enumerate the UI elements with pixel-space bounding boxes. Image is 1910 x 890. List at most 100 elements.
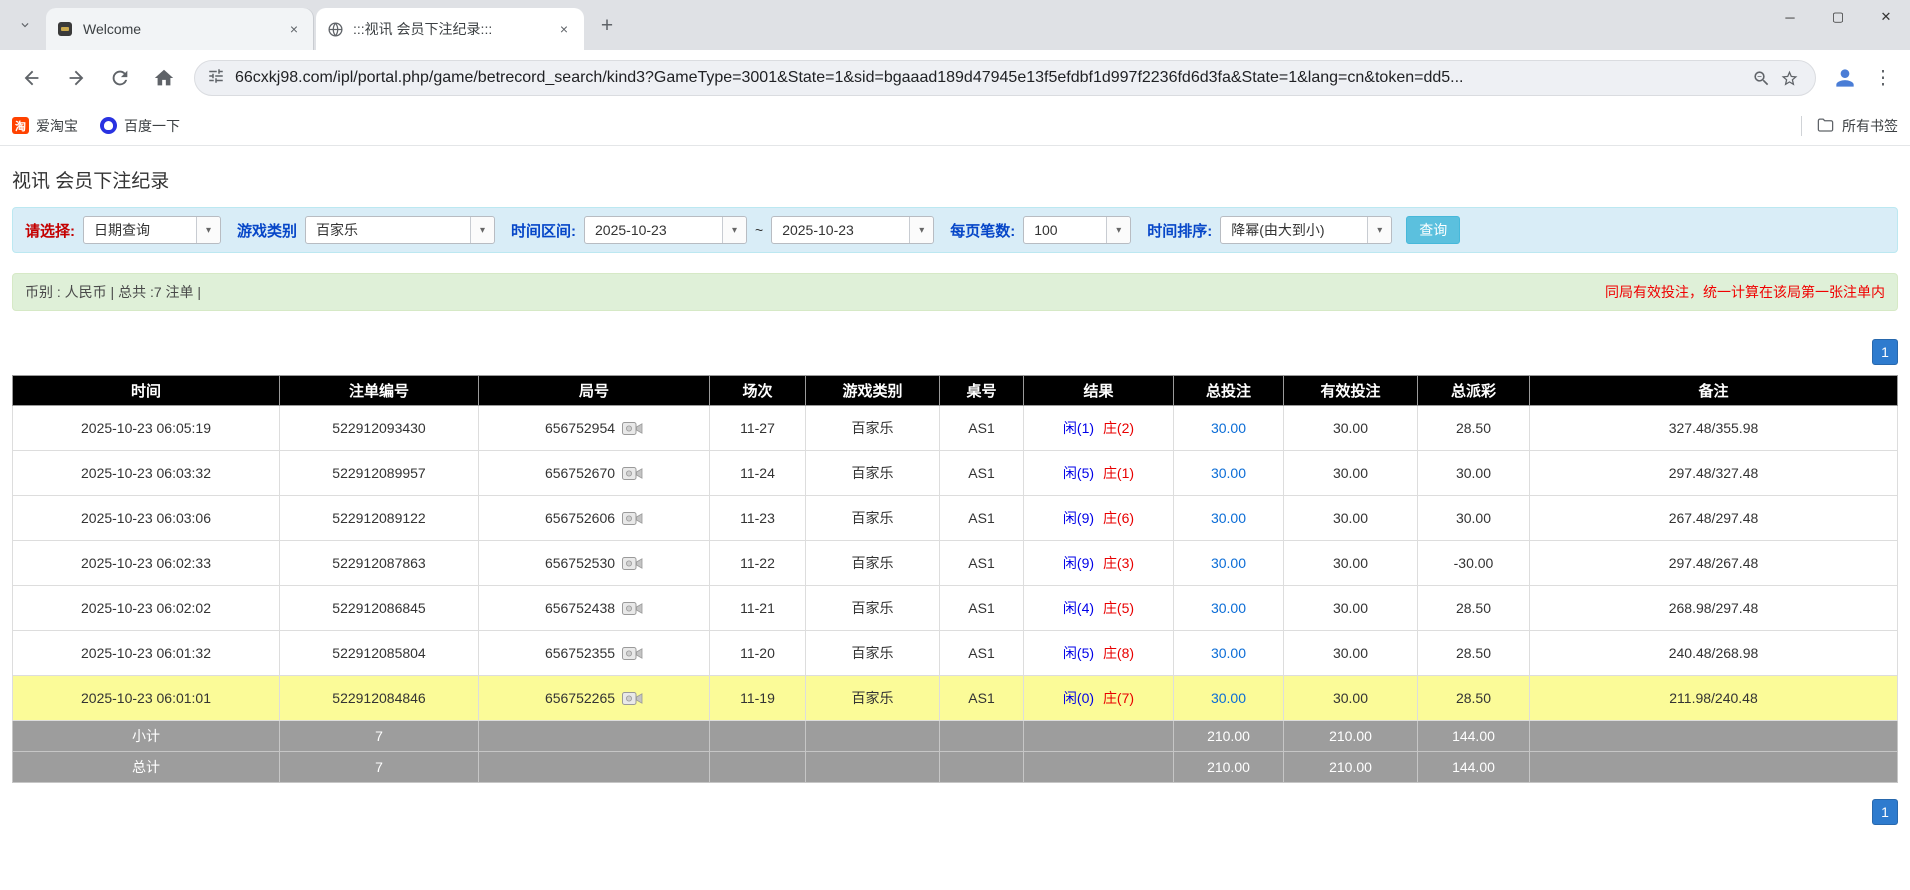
date-from-select[interactable]: 2025-10-23 ▾ [584,216,747,244]
all-bookmarks-button[interactable]: 所有书签 [1816,116,1898,136]
bookmark-taobao[interactable]: 淘 爱淘宝 [12,116,78,136]
total-payout: 144.00 [1418,752,1530,783]
globe-favicon-icon [326,20,344,38]
chevron-down-icon: ▾ [1106,217,1130,243]
chevron-down-icon: ▾ [470,217,494,243]
chevron-down-icon: ▾ [909,217,933,243]
browser-menu-button[interactable]: ⋮ [1866,61,1900,95]
bookmark-baidu[interactable]: 百度一下 [100,116,180,136]
refresh-button[interactable] [101,59,139,97]
profile-avatar[interactable] [1828,61,1862,95]
back-button[interactable] [13,59,51,97]
maximize-button[interactable]: ▢ [1814,0,1862,34]
valid-bet-cell: 30.00 [1284,676,1418,721]
video-replay-icon[interactable] [622,646,643,661]
session-cell: 11-21 [710,586,806,631]
home-button[interactable] [145,59,183,97]
new-tab-button[interactable]: + [592,11,622,41]
result-cell: 闲(0) 庄(7) [1024,676,1174,721]
round-number: 656752530 [545,555,615,571]
column-header: 备注 [1530,376,1898,406]
bet-table-header-row: 时间注单编号局号场次游戏类别桌号结果总投注有效投注总派彩备注 [13,376,1898,406]
bet-id-cell: 522912087863 [280,541,479,586]
session-cell: 11-20 [710,631,806,676]
subtotal-valid-bet: 210.00 [1284,721,1418,752]
total-bet-link[interactable]: 30.00 [1211,420,1246,436]
table-row: 2025-10-23 06:02:33 522912087863 6567525… [13,541,1898,586]
payout-cell: 30.00 [1418,451,1530,496]
time-cell: 2025-10-23 06:01:32 [13,631,280,676]
video-replay-icon[interactable] [622,421,643,436]
total-bet-link[interactable]: 30.00 [1211,510,1246,526]
browser-tab-welcome[interactable]: Welcome × [46,8,314,50]
subtotal-label: 小计 [13,721,280,752]
payout-cell: 28.50 [1418,406,1530,451]
table-row: 2025-10-23 06:03:32 522912089957 6567526… [13,451,1898,496]
summary-bar: 币别 : 人民币 | 总共 :7 注单 | 同局有效投注，统一计算在该局第一张注… [12,273,1898,311]
page-1-button[interactable]: 1 [1872,799,1898,825]
round-cell: 656752438 [479,586,710,631]
subtotal-row: 小计 7 210.00 210.00 144.00 [13,721,1898,752]
url-text[interactable]: 66cxkj98.com/ipl/portal.php/game/betreco… [235,69,1747,87]
sort-select[interactable]: 降幂(由大到小) ▾ [1220,216,1392,244]
video-replay-icon[interactable] [622,556,643,571]
video-replay-icon[interactable] [622,601,643,616]
time-cell: 2025-10-23 06:02:33 [13,541,280,586]
table-no-cell: AS1 [940,676,1024,721]
filter-bar: 请选择: 日期查询 ▾ 游戏类别 百家乐 ▾ 时间区间: 2025-10-23 … [12,207,1898,253]
video-replay-icon[interactable] [622,466,643,481]
close-button[interactable]: ✕ [1862,0,1910,34]
baidu-icon [100,117,117,134]
minimize-button[interactable]: ─ [1766,0,1814,34]
column-header: 总投注 [1174,376,1284,406]
banker-result: 庄(6) [1103,510,1134,526]
round-cell: 656752265 [479,676,710,721]
query-button[interactable]: 查询 [1406,216,1460,244]
date-to-select[interactable]: 2025-10-23 ▾ [771,216,934,244]
round-number: 656752265 [545,690,615,706]
folder-icon [1816,116,1835,135]
total-bet-link[interactable]: 30.00 [1211,555,1246,571]
time-cell: 2025-10-23 06:05:19 [13,406,280,451]
total-bet-cell: 30.00 [1174,541,1284,586]
payout-cell: 28.50 [1418,631,1530,676]
column-header: 有效投注 [1284,376,1418,406]
session-cell: 11-27 [710,406,806,451]
table-row: 2025-10-23 06:01:32 522912085804 6567523… [13,631,1898,676]
time-cell: 2025-10-23 06:01:01 [13,676,280,721]
column-header: 局号 [479,376,710,406]
tab-close-icon[interactable]: × [554,19,574,39]
home-icon [153,67,175,89]
valid-bet-cell: 30.00 [1284,406,1418,451]
forward-button[interactable] [57,59,95,97]
result-cell: 闲(5) 庄(1) [1024,451,1174,496]
session-cell: 11-24 [710,451,806,496]
result-cell: 闲(9) 庄(3) [1024,541,1174,586]
game-type-select[interactable]: 百家乐 ▾ [305,216,495,244]
banker-result: 庄(5) [1103,600,1134,616]
page-size-select[interactable]: 100 ▾ [1023,216,1131,244]
browser-tab-betrecord[interactable]: :::视讯 会员下注纪录::: × [316,8,584,50]
query-type-select[interactable]: 日期查询 ▾ [83,216,221,244]
column-header: 桌号 [940,376,1024,406]
total-bet-link[interactable]: 30.00 [1211,465,1246,481]
total-bet-link[interactable]: 30.00 [1211,600,1246,616]
welcome-favicon-icon [56,20,74,38]
valid-bet-cell: 30.00 [1284,496,1418,541]
zoom-icon[interactable] [1747,64,1775,92]
bookmark-star-icon[interactable] [1775,64,1803,92]
page-1-button[interactable]: 1 [1872,339,1898,365]
note-cell: 297.48/327.48 [1530,451,1898,496]
select-label: 请选择: [25,220,75,241]
video-replay-icon[interactable] [622,511,643,526]
player-result: 闲(5) [1063,645,1094,661]
address-bar[interactable]: 66cxkj98.com/ipl/portal.php/game/betreco… [194,60,1816,96]
total-bet-link[interactable]: 30.00 [1211,690,1246,706]
total-bet-link[interactable]: 30.00 [1211,645,1246,661]
tab-close-icon[interactable]: × [284,19,304,39]
payout-cell: 28.50 [1418,586,1530,631]
tab-search-button[interactable] [8,8,42,42]
site-info-icon[interactable] [207,67,225,90]
video-replay-icon[interactable] [622,691,643,706]
total-valid-bet: 210.00 [1284,752,1418,783]
